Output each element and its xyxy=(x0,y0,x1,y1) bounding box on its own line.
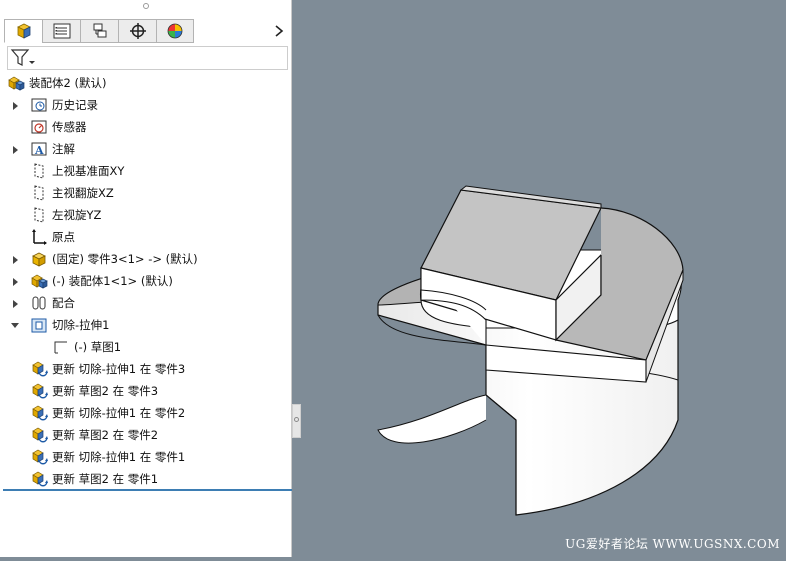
dimxpert-tab[interactable] xyxy=(118,19,156,43)
tree-item[interactable]: 更新 切除-拉伸1 在 零件1 xyxy=(30,446,185,468)
tree-item[interactable]: 更新 草图2 在 零件2 xyxy=(30,424,158,446)
tree-item-label: (固定) 零件3<1> -> (默认) xyxy=(52,252,198,266)
feature-tree-tab-icon xyxy=(16,23,31,39)
more-tabs-button[interactable] xyxy=(272,22,286,40)
tree-item-label: 更新 切除-拉伸1 在 零件3 xyxy=(52,362,186,376)
update-icon xyxy=(30,360,48,378)
tree-item-label: 更新 草图2 在 零件2 xyxy=(52,428,159,442)
filter-icon[interactable] xyxy=(10,47,36,69)
tree-item-label: 切除-拉伸1 xyxy=(52,318,110,332)
tree-item[interactable]: 切除-拉伸1 xyxy=(11,314,110,336)
tree-item-label: 更新 草图2 在 零件1 xyxy=(52,472,159,486)
panel-splitter[interactable] xyxy=(292,404,301,438)
tree-item[interactable]: 配合 xyxy=(13,292,75,314)
display-tab[interactable] xyxy=(156,19,194,43)
tree-item[interactable]: 传感器 xyxy=(30,116,87,138)
assembly-icon xyxy=(30,272,48,290)
configuration-icon xyxy=(93,23,106,38)
tree-item[interactable]: 左视旋YZ xyxy=(30,204,101,226)
tree-item-label: 更新 草图2 在 零件3 xyxy=(52,384,159,398)
expand-down-arrow-icon[interactable] xyxy=(11,320,19,330)
feature-tree-tab[interactable] xyxy=(4,19,42,43)
plane-icon xyxy=(30,162,48,180)
tree-item[interactable]: 更新 草图2 在 零件1 xyxy=(30,468,158,490)
property-tab[interactable] xyxy=(42,19,80,43)
tree-item-label: 原点 xyxy=(52,230,75,244)
model-view xyxy=(377,185,684,516)
display-pie-icon xyxy=(167,23,183,39)
tree-item[interactable]: 历史记录 xyxy=(13,94,98,116)
splitter-grip-icon xyxy=(294,417,299,422)
tree-item[interactable]: 更新 切除-拉伸1 在 零件3 xyxy=(30,358,185,380)
sketch-icon xyxy=(52,338,70,356)
tree-item-label: 左视旋YZ xyxy=(52,208,102,222)
tree-item-label: 主视翻旋XZ xyxy=(52,186,114,200)
feature-manager-panel: 装配体2 (默认) 历史记录传感器 A 注解上视基准面XY 主视翻旋XZ 左视旋YZ 原点 (… xyxy=(0,0,292,557)
origin-icon xyxy=(30,228,48,246)
tree-item-label: (-) 装配体1<1> (默认) xyxy=(52,274,173,288)
panel-grip-handle[interactable] xyxy=(143,3,149,9)
annotation-icon: A xyxy=(30,140,48,158)
svg-text:A: A xyxy=(34,144,44,157)
mate-icon xyxy=(30,294,48,312)
tree-item-label: 配合 xyxy=(52,296,75,310)
tree-item-label: 注解 xyxy=(52,142,75,156)
watermark-text: UG爱好者论坛 WWW.UGSNX.COM xyxy=(565,537,780,551)
raised-block xyxy=(420,185,684,383)
tree-item-label: 上视基准面XY xyxy=(52,164,125,178)
expand-right-arrow-icon[interactable] xyxy=(11,100,19,110)
tree-item[interactable]: (固定) 零件3<1> -> (默认) xyxy=(13,248,198,270)
tree-item[interactable]: 上视基准面XY xyxy=(30,160,124,182)
tree-item[interactable]: 原点 xyxy=(30,226,75,248)
update-icon xyxy=(30,426,48,444)
crosshair-icon xyxy=(129,23,146,39)
property-list-icon xyxy=(53,23,70,39)
graphics-viewport[interactable]: UG爱好者论坛 WWW.UGSNX.COM xyxy=(301,0,786,557)
tree-item-label: 历史记录 xyxy=(52,98,98,112)
part-icon xyxy=(30,250,48,268)
plane-icon xyxy=(30,206,48,224)
tree-item[interactable]: 更新 切除-拉伸1 在 零件2 xyxy=(30,402,185,424)
tree-item[interactable]: 装配体2 (默认) xyxy=(7,72,106,94)
expand-right-arrow-icon[interactable] xyxy=(11,144,19,154)
tree-item-label: 装配体2 (默认) xyxy=(29,76,107,90)
tree-item-label: 更新 切除-拉伸1 在 零件1 xyxy=(52,450,186,464)
expand-right-arrow-icon[interactable] xyxy=(11,276,19,286)
assembly-icon xyxy=(7,74,25,92)
expand-right-arrow-icon[interactable] xyxy=(11,254,19,264)
history-icon xyxy=(30,96,48,114)
tree-item-label: 更新 切除-拉伸1 在 零件2 xyxy=(52,406,186,420)
cut-extrude-icon xyxy=(30,316,48,334)
tree-item[interactable]: 主视翻旋XZ xyxy=(30,182,114,204)
tree-item[interactable]: (-) 装配体1<1> (默认) xyxy=(13,270,173,292)
tree-item-label: (-) 草图1 xyxy=(74,340,122,354)
update-icon xyxy=(30,470,48,488)
feature-manager-tabs xyxy=(4,19,194,44)
update-icon xyxy=(30,404,48,422)
tree-item[interactable]: (-) 草图1 xyxy=(52,336,121,358)
tree-item[interactable]: A 注解 xyxy=(13,138,75,160)
tree-item-label: 传感器 xyxy=(52,120,87,134)
plane-icon xyxy=(30,184,48,202)
update-icon xyxy=(30,448,48,466)
chevron-right-icon xyxy=(275,25,284,37)
rollback-bar[interactable] xyxy=(3,489,292,491)
update-icon xyxy=(30,382,48,400)
sensor-icon xyxy=(30,118,48,136)
tree-filter-box[interactable] xyxy=(7,46,288,70)
tree-item[interactable]: 更新 草图2 在 零件3 xyxy=(30,380,158,402)
configuration-tab[interactable] xyxy=(80,19,118,43)
expand-right-arrow-icon[interactable] xyxy=(11,298,19,308)
